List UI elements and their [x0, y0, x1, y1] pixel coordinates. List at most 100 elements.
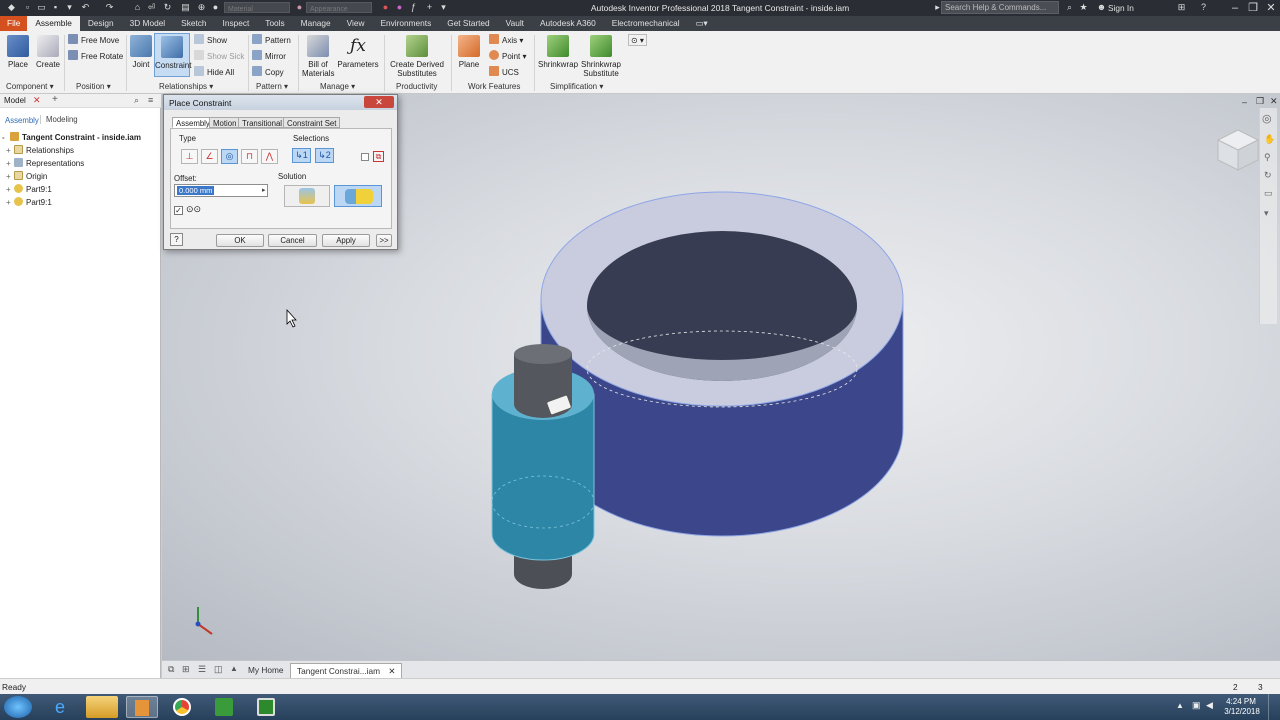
offset-arrow-icon[interactable]: ▸	[262, 186, 266, 194]
file-explorer-icon[interactable]	[86, 696, 118, 718]
view-cube[interactable]	[1216, 128, 1260, 172]
add-browser-icon[interactable]: +	[52, 94, 58, 105]
menu-tab-tools[interactable]: Tools	[257, 16, 292, 31]
ok-button[interactable]: OK	[216, 234, 264, 247]
apply-button[interactable]: Apply	[322, 234, 370, 247]
expand-icon[interactable]: +	[6, 197, 14, 209]
plus-icon[interactable]: +	[424, 2, 435, 13]
relationships-panel-label[interactable]: Relationships ▾	[159, 82, 213, 91]
home-icon[interactable]: ⌂	[132, 2, 143, 13]
tab-active-document[interactable]: Tangent Constrai...iam ✕	[290, 663, 403, 678]
constraint-button[interactable]: Constraint	[154, 33, 191, 77]
create-derived-substitutes-button[interactable]: Create Derived Substitutes	[388, 35, 446, 78]
point-button[interactable]: Point ▾	[489, 50, 526, 63]
component-panel-label[interactable]: Component ▾	[6, 82, 54, 91]
clock-date[interactable]: 3/12/2018	[1221, 707, 1263, 716]
axis-button[interactable]: Axis ▾	[489, 34, 523, 47]
tab-assembly[interactable]: Assembly	[172, 117, 214, 128]
mate-type-button[interactable]: ⊥	[181, 149, 198, 164]
minimize-icon[interactable]: –	[1226, 1, 1244, 15]
menu-icon[interactable]: ≡	[148, 95, 153, 105]
new-icon[interactable]: ▫	[22, 2, 33, 13]
measure-icon[interactable]: ▤	[180, 2, 191, 13]
angle-type-button[interactable]: ∠	[201, 149, 218, 164]
close-tab-icon[interactable]: ✕	[388, 666, 395, 676]
recorder-icon[interactable]	[250, 696, 282, 718]
simplification-panel-label[interactable]: Simplification ▾	[550, 82, 603, 91]
tree-item-relationships[interactable]: + Relationships	[6, 145, 74, 157]
tab-my-home[interactable]: My Home	[242, 663, 290, 678]
collapse-icon[interactable]: -	[2, 132, 10, 144]
mirror-button[interactable]: Mirror	[252, 50, 286, 63]
pick-part-icon[interactable]: ⧉	[373, 151, 384, 162]
menu-tab-vault[interactable]: Vault	[498, 16, 532, 31]
fx-icon[interactable]: ƒ	[408, 2, 419, 13]
bill-of-materials-button[interactable]: Bill of Materials	[302, 35, 334, 78]
cancel-button[interactable]: Cancel	[268, 234, 317, 247]
shrinkwrap-substitute-button[interactable]: Shrinkwrap Substitute	[580, 35, 622, 78]
help-search-input[interactable]: Search Help & Commands...	[941, 1, 1059, 14]
return-icon[interactable]: ⏎	[146, 2, 157, 13]
volume-icon[interactable]: ◀	[1206, 700, 1213, 711]
tabs-up-icon[interactable]: ▲	[230, 664, 238, 673]
close-icon[interactable]: ✕	[1262, 1, 1280, 15]
menu-tab-view[interactable]: View	[339, 16, 373, 31]
restore-icon[interactable]: ❐	[1244, 1, 1262, 15]
save-icon[interactable]: ▪	[50, 2, 61, 13]
ribbon-options-button[interactable]: ⊙ ▾	[628, 34, 647, 46]
ring-part[interactable]	[540, 191, 904, 537]
binoculars-icon[interactable]: ⌕	[1064, 2, 1075, 13]
menu-tab-3d-model[interactable]: 3D Model	[122, 16, 174, 31]
copy-button[interactable]: Copy	[252, 66, 284, 79]
hide-all-button[interactable]: Hide All	[194, 66, 234, 79]
appearance-select[interactable]: Appearance	[306, 2, 372, 13]
tree-root[interactable]: - Tangent Constraint - inside.iam	[2, 132, 141, 144]
tray-arrow-icon[interactable]: ▲	[1176, 701, 1184, 710]
expand-icon[interactable]: +	[6, 171, 14, 183]
material-select[interactable]: Material	[224, 2, 290, 13]
shaft-part[interactable]	[491, 344, 595, 589]
network-icon[interactable]: ▣	[1192, 700, 1201, 711]
create-button[interactable]: Create	[34, 35, 62, 69]
tab-motion[interactable]: Motion	[209, 117, 241, 128]
tree-item-origin[interactable]: + Origin	[6, 171, 47, 183]
place-button[interactable]: Place	[4, 35, 32, 69]
show-desktop-button[interactable]	[1268, 694, 1280, 720]
pattern-panel-label[interactable]: Pattern ▾	[256, 82, 288, 91]
pattern-button[interactable]: Pattern	[252, 34, 291, 47]
grid-icon[interactable]: ⊞	[182, 664, 190, 675]
menu-tab-autodesk-a360[interactable]: Autodesk A360	[532, 16, 604, 31]
dropdown-icon[interactable]: ▾	[64, 2, 75, 13]
preview-checkbox[interactable]: ✓	[174, 206, 183, 215]
help-icon[interactable]: ?	[1198, 2, 1209, 13]
menu-tab-design[interactable]: Design	[80, 16, 122, 31]
expand-icon[interactable]: +	[6, 145, 14, 157]
free-move-button[interactable]: Free Move	[68, 34, 119, 47]
free-rotate-button[interactable]: Free Rotate	[68, 50, 123, 63]
select-icon[interactable]: ⊕	[196, 2, 207, 13]
first-occurrence-checkbox[interactable]	[361, 153, 369, 161]
insert-type-button[interactable]: ⊓	[241, 149, 258, 164]
open-icon[interactable]: ▭	[36, 2, 47, 13]
navbar-options-icon[interactable]: ▾	[1264, 208, 1269, 219]
show-sick-button[interactable]: Show Sick	[194, 50, 244, 63]
app-menu-icon[interactable]: ◆	[6, 2, 17, 13]
tile-icon[interactable]: ⧉	[168, 664, 174, 675]
redo-icon[interactable]: ↷	[104, 2, 115, 13]
solution-inside-button[interactable]	[284, 185, 330, 207]
menu-tab-assemble[interactable]: Assemble	[27, 16, 80, 31]
menu-tab-manage[interactable]: Manage	[293, 16, 339, 31]
assembly-view-toggle[interactable]: Assembly	[5, 116, 39, 125]
camtasia-icon[interactable]	[208, 696, 240, 718]
list-icon[interactable]: ☰	[198, 664, 206, 675]
tab-constraint-set[interactable]: Constraint Set	[283, 117, 341, 128]
inventor-taskbar-icon[interactable]	[126, 696, 158, 718]
star-icon[interactable]: ★	[1078, 2, 1089, 13]
columns-icon[interactable]: ◫	[214, 664, 223, 675]
joint-button[interactable]: Joint	[129, 35, 153, 69]
tab-transitional[interactable]: Transitional	[238, 117, 287, 128]
tree-item-representations[interactable]: + Representations	[6, 158, 84, 170]
position-panel-label[interactable]: Position ▾	[76, 82, 111, 91]
orbit-icon[interactable]: ↻	[1264, 170, 1272, 181]
color-icon[interactable]: ●	[210, 2, 221, 13]
